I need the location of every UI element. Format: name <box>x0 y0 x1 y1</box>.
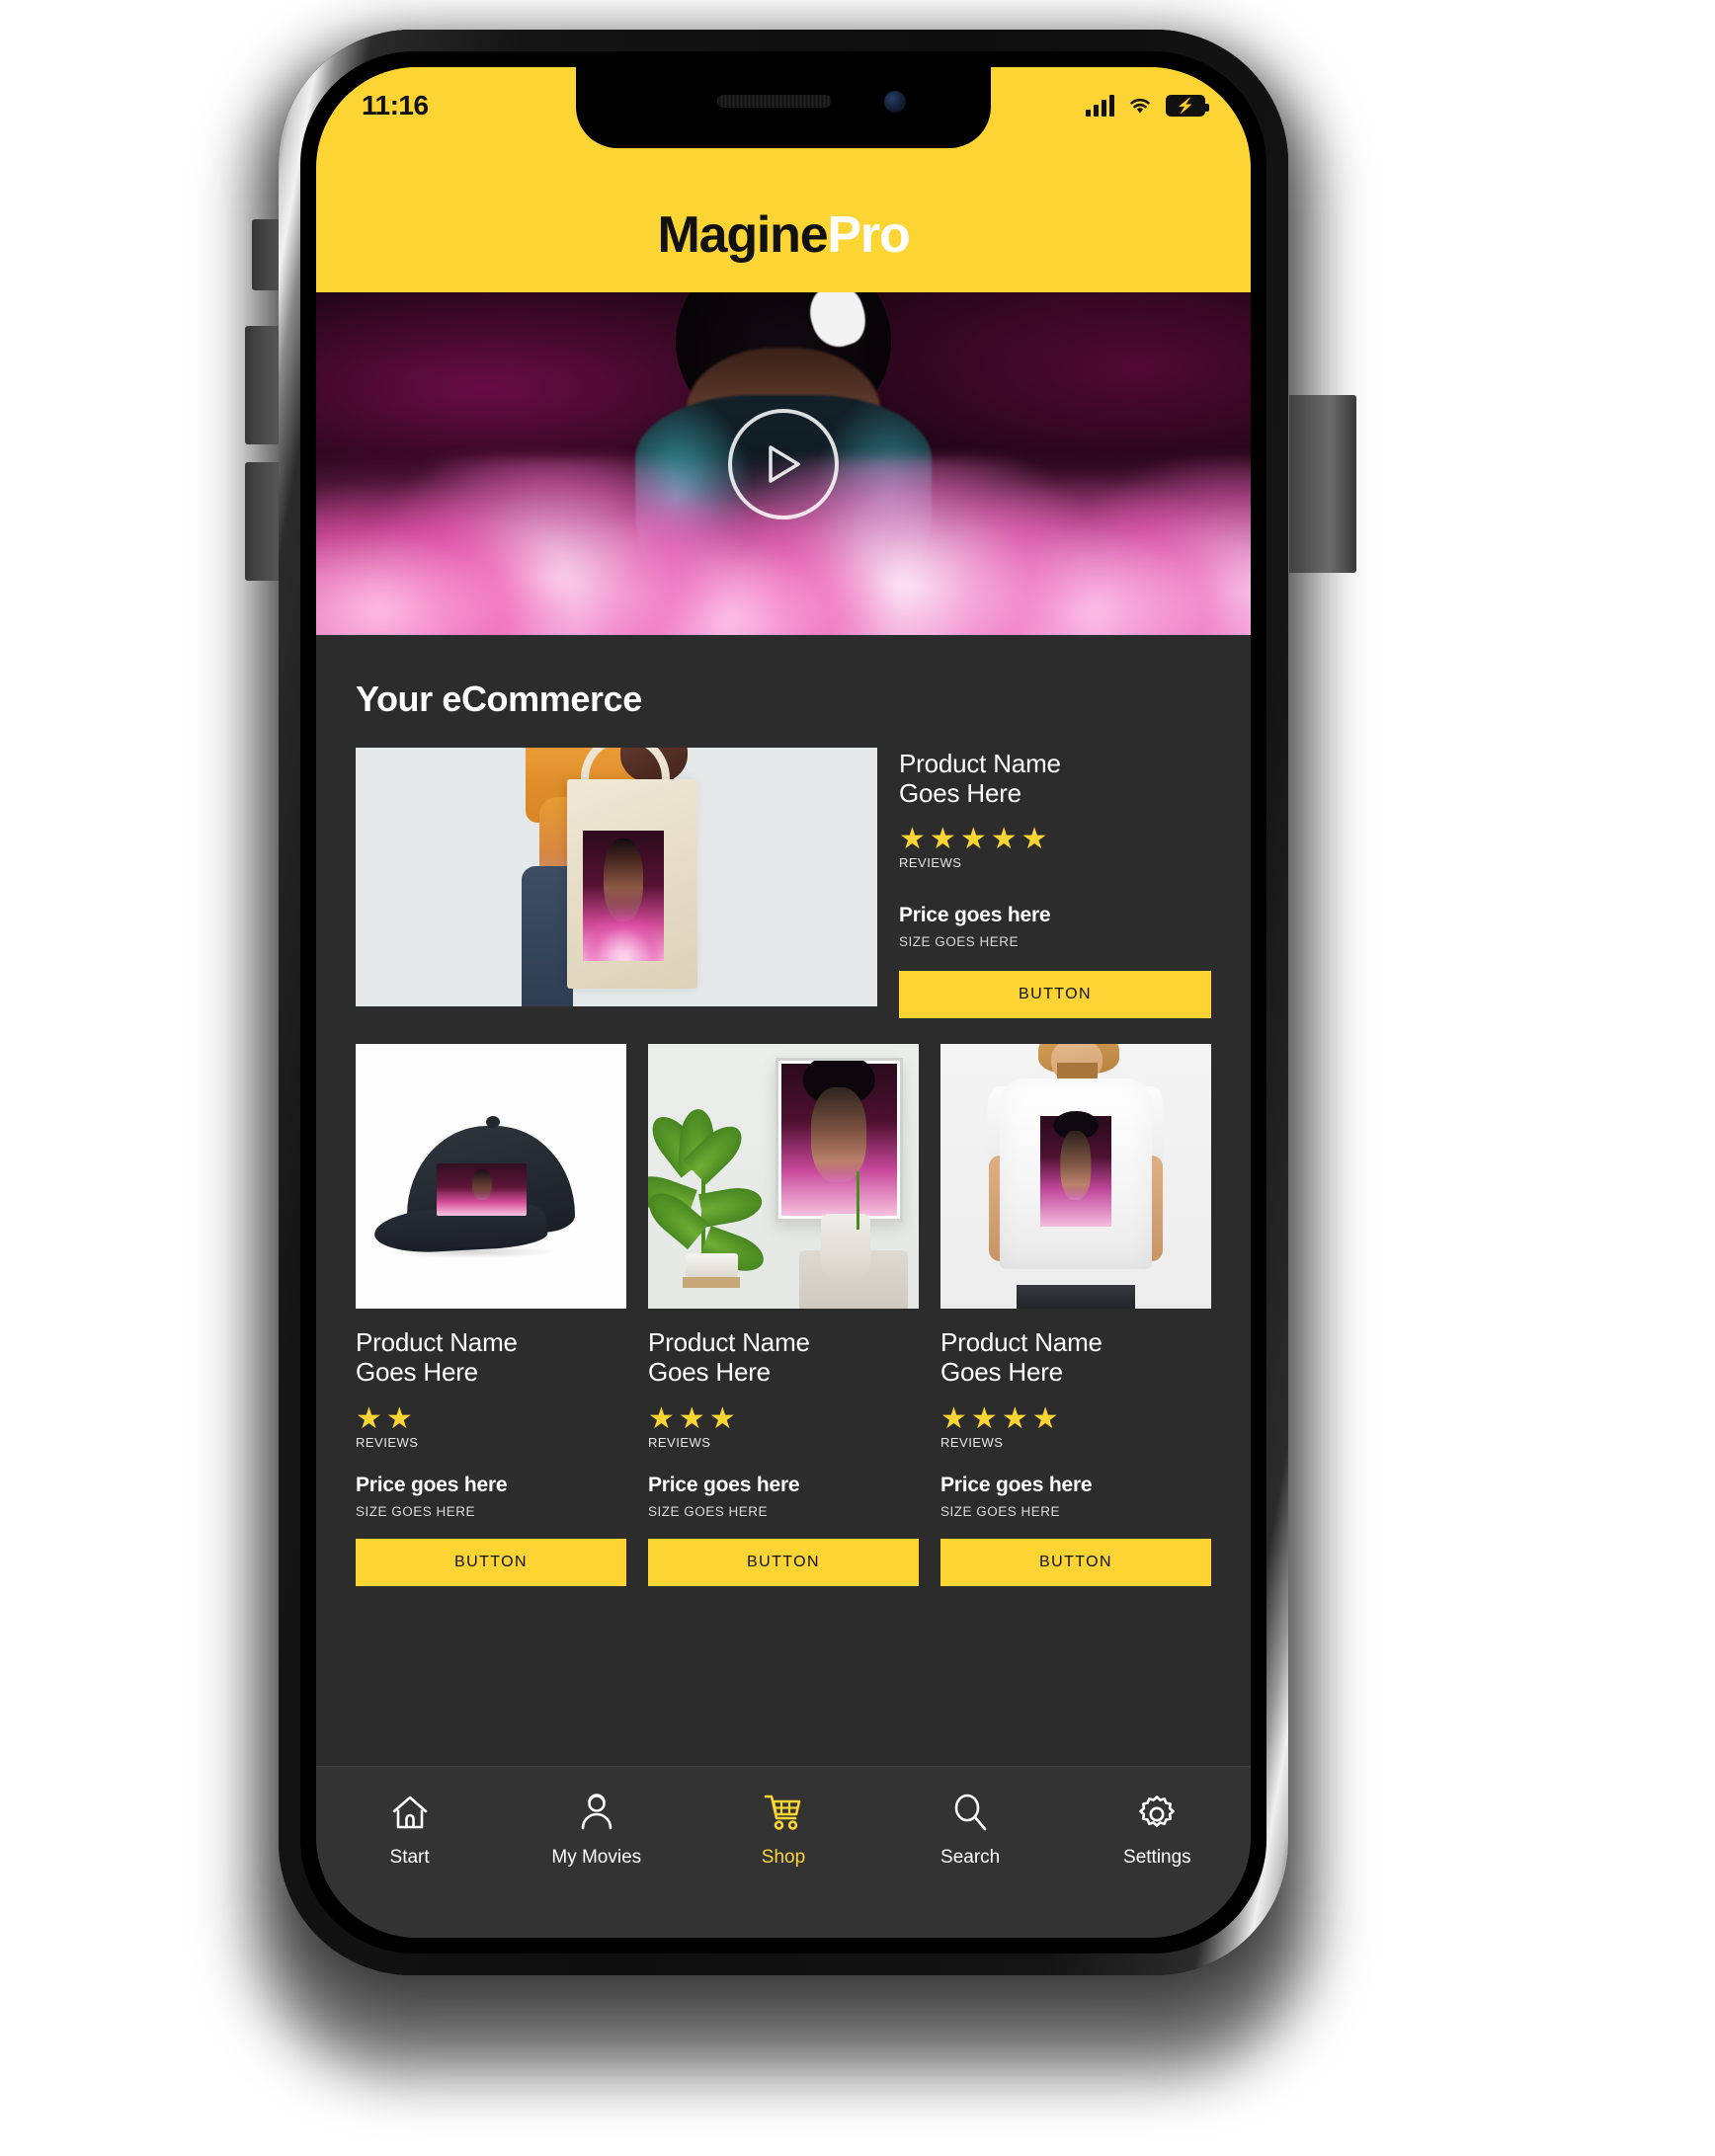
play-triangle-icon <box>769 444 800 483</box>
featured-product-image[interactable] <box>356 748 877 1006</box>
status-bar-time: 11:16 <box>362 90 429 120</box>
app-logo: MaginePro <box>657 205 910 265</box>
rating-stars: ★ ★ ★ ★ <box>940 1401 1211 1435</box>
tab-settings[interactable]: Settings <box>1064 1791 1251 1869</box>
product-name-line1: Product Name <box>356 1327 518 1358</box>
product-card: Product Name Goes Here ★ ★ REVIEWS Price … <box>356 1044 626 1586</box>
star-icon: ★ <box>899 823 926 856</box>
product-card: Product Name Goes Here ★ ★ ★ REVIEWS Price… <box>648 1044 919 1586</box>
logo-secondary-text: Pro <box>827 206 910 264</box>
tshirt-product-image[interactable] <box>940 1044 1211 1310</box>
reviews-label: REVIEWS <box>940 1434 1004 1450</box>
reviews-label: REVIEWS <box>899 855 962 871</box>
product-name-line2: Goes Here <box>648 1356 771 1387</box>
add-to-cart-button[interactable]: BUTTON <box>940 1538 1211 1586</box>
gear-icon <box>1139 1796 1176 1827</box>
play-button[interactable] <box>728 408 839 519</box>
product-name-line1: Product Name <box>648 1327 810 1358</box>
tab-my-movies[interactable]: My Movies <box>503 1791 690 1869</box>
hero-video-banner[interactable] <box>316 292 1251 635</box>
device-notch <box>576 67 991 148</box>
product-name-line2: Goes Here <box>356 1356 478 1387</box>
bottom-tab-bar: Start My Movies Shop Search Settings <box>316 1766 1251 1938</box>
logo-primary-text: Magine <box>657 206 828 264</box>
home-icon <box>392 1796 427 1829</box>
shop-content: Your eCommerce Product Name Goes Here ★ … <box>316 635 1251 1766</box>
reviews-label: REVIEWS <box>648 1434 711 1450</box>
cap-product-image[interactable] <box>356 1044 626 1310</box>
star-icon: ★ <box>648 1401 675 1435</box>
star-icon: ★ <box>929 823 956 856</box>
product-price: Price goes here <box>940 1473 1093 1496</box>
rating-stars: ★ ★ ★ <box>648 1401 919 1435</box>
featured-product: Product Name Goes Here ★ ★ ★ ★ ★ REVIEWS Pri… <box>356 748 1211 1019</box>
battery-charging-icon: ⚡ <box>1166 95 1209 117</box>
phone-screen: MaginePro 11:16 ⚡ Your eCommerce Product… <box>316 67 1251 1938</box>
product-name-line1: Product Name <box>940 1327 1102 1358</box>
product-size: SIZE GOES HERE <box>648 1503 769 1519</box>
front-camera-icon <box>884 91 906 113</box>
tab-label: Shop <box>761 1847 806 1868</box>
person-icon <box>581 1794 612 1830</box>
wifi-icon <box>1130 98 1150 114</box>
rating-stars: ★ ★ <box>356 1401 626 1435</box>
add-to-cart-button[interactable]: BUTTON <box>899 971 1211 1019</box>
framed-poster-product-image[interactable] <box>648 1044 919 1310</box>
product-price: Price goes here <box>899 904 1051 927</box>
tab-label: Search <box>940 1847 1001 1868</box>
product-name-line2: Goes Here <box>899 777 1021 808</box>
star-icon: ★ <box>708 1401 736 1435</box>
product-card: Product Name Goes Here ★ ★ ★ ★ REVIEWS Pric… <box>940 1044 1211 1586</box>
search-icon <box>954 1794 987 1831</box>
product-price: Price goes here <box>356 1473 508 1496</box>
product-price: Price goes here <box>648 1473 800 1496</box>
product-name-line2: Goes Here <box>940 1356 1063 1387</box>
rating-stars: ★ ★ ★ ★ ★ <box>899 823 1211 856</box>
star-icon: ★ <box>990 823 1018 856</box>
page-title: Your eCommerce <box>356 679 642 719</box>
product-size: SIZE GOES HERE <box>940 1503 1061 1519</box>
product-name-line1: Product Name <box>899 749 1061 778</box>
star-icon: ★ <box>678 1401 705 1435</box>
star-icon: ★ <box>940 1401 967 1435</box>
reviews-label: REVIEWS <box>356 1434 419 1450</box>
featured-product-info: Product Name Goes Here ★ ★ ★ ★ ★ REVIEWS Pri… <box>899 748 1211 1019</box>
tab-start[interactable]: Start <box>316 1791 503 1869</box>
product-name: Product Name Goes Here <box>940 1327 1211 1387</box>
tab-label: Start <box>389 1847 430 1868</box>
product-name: Product Name Goes Here <box>356 1327 626 1387</box>
star-icon: ★ <box>1001 1401 1028 1435</box>
product-size: SIZE GOES HERE <box>899 934 1020 950</box>
star-icon: ★ <box>970 1401 998 1435</box>
tab-search[interactable]: Search <box>877 1791 1064 1869</box>
tab-shop[interactable]: Shop <box>690 1791 876 1869</box>
star-icon: ★ <box>959 823 987 856</box>
star-icon: ★ <box>1031 1401 1059 1435</box>
product-size: SIZE GOES HERE <box>356 1503 476 1519</box>
star-icon: ★ <box>356 1401 382 1435</box>
add-to-cart-button[interactable]: BUTTON <box>356 1538 626 1586</box>
add-to-cart-button[interactable]: BUTTON <box>648 1538 919 1586</box>
product-name: Product Name Goes Here <box>899 749 1211 808</box>
status-bar-icons: ⚡ <box>1086 95 1209 117</box>
device-bezel: MaginePro 11:16 ⚡ Your eCommerce Product… <box>300 51 1266 1954</box>
star-icon: ★ <box>385 1401 413 1435</box>
product-name: Product Name Goes Here <box>648 1327 919 1387</box>
cellular-signal-icon <box>1086 95 1114 117</box>
earpiece-speaker <box>716 95 832 108</box>
power-button[interactable] <box>1289 395 1356 573</box>
phone-device: MaginePro 11:16 ⚡ Your eCommerce Product… <box>279 30 1288 1975</box>
tab-label: My Movies <box>551 1847 642 1868</box>
cart-icon <box>764 1795 801 1830</box>
tab-label: Settings <box>1123 1847 1191 1868</box>
product-grid: Product Name Goes Here ★ ★ REVIEWS Price … <box>356 1044 1211 1586</box>
star-icon: ★ <box>1021 823 1048 856</box>
